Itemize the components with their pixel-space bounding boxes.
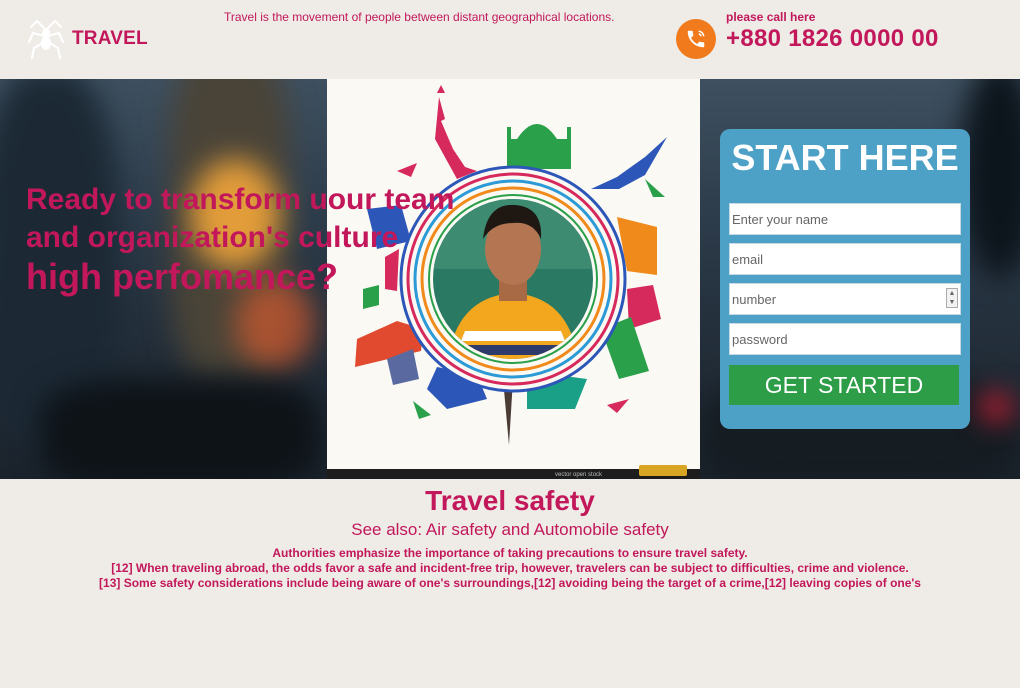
article-line: [12] When traveling abroad, the odds fav… <box>111 561 909 575</box>
spider-logo-icon <box>28 19 64 60</box>
exclusive-badge-icon <box>639 465 687 476</box>
header-tagline: Travel is the movement of people between… <box>224 10 615 24</box>
headline-line-3: high perfomance? <box>26 256 339 297</box>
name-input[interactable] <box>729 203 961 235</box>
password-input[interactable] <box>729 323 961 355</box>
phone-icon[interactable] <box>676 19 716 59</box>
get-started-button[interactable]: GET STARTED <box>729 365 959 405</box>
article-line: Authorities emphasize the importance of … <box>272 546 748 560</box>
article-section: Travel safety See also: Air safety and A… <box>0 484 1020 591</box>
stepper-down-icon[interactable]: ▼ <box>947 298 957 307</box>
logo-text: TRAVEL <box>72 28 148 49</box>
form-title: START HERE <box>731 137 959 178</box>
email-input[interactable] <box>729 243 961 275</box>
article-body: Authorities emphasize the importance of … <box>0 546 1020 591</box>
article-line: [13] Some safety considerations include … <box>99 576 921 590</box>
call-label: please call here <box>726 10 816 24</box>
phone-number[interactable]: +880 1826 0000 00 <box>726 25 939 53</box>
signup-form: START HERE ▲ ▼ GET STARTED <box>720 129 970 429</box>
hero-headline: Ready to transform uour team and organiz… <box>26 181 454 297</box>
image-credit: vector open stock <box>555 472 603 478</box>
phone-handset-icon <box>687 30 705 48</box>
site-header: TRAVEL Travel is the movement of people … <box>0 0 1020 79</box>
stepper-up-icon[interactable]: ▲ <box>947 289 957 298</box>
number-stepper[interactable]: ▲ ▼ <box>946 288 958 308</box>
hero-banner: vector open stock Ready to transform uou… <box>0 79 1020 479</box>
bg-blur <box>40 379 320 479</box>
headline-line-1: Ready to transform uour team <box>26 183 455 216</box>
article-title: Travel safety <box>425 485 595 516</box>
article-subtitle: See also: Air safety and Automobile safe… <box>351 520 669 539</box>
logo[interactable]: TRAVEL <box>28 18 148 60</box>
number-input[interactable] <box>729 283 961 315</box>
headline-line-2: and organization's culture <box>26 221 399 254</box>
bg-blur <box>980 394 1012 420</box>
